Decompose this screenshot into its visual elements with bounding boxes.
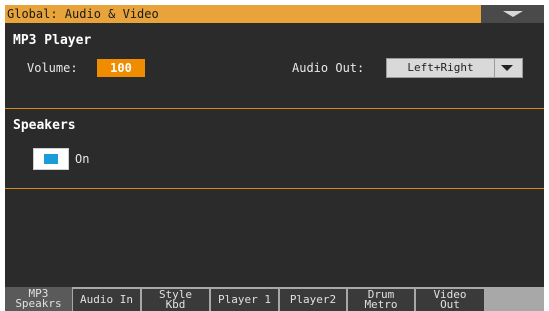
tab-label: MP3 Speakrs (15, 287, 62, 310)
tab-bar: MP3 Speakrs Audio In Style Kbd Player 1 … (5, 287, 544, 311)
tab-style-kbd[interactable]: Style Kbd (142, 289, 209, 311)
checkbox-checked-indicator (44, 154, 58, 164)
volume-label: Volume: (27, 61, 78, 75)
volume-field[interactable]: 100 (97, 59, 145, 77)
dropdown-arrow-icon[interactable] (501, 65, 513, 71)
screen: Global: Audio & Video MP3 Player Volume:… (5, 5, 544, 311)
tab-video-out[interactable]: Video Out (416, 289, 484, 311)
title-bar: Global: Audio & Video (5, 5, 544, 23)
tab-drum-metro[interactable]: Drum Metro (348, 289, 414, 311)
chevron-down-icon (503, 11, 523, 17)
section-divider (5, 108, 544, 109)
volume-value: 100 (110, 61, 132, 75)
tab-label: Audio In (80, 293, 133, 306)
tab-player-1[interactable]: Player 1 (211, 289, 278, 311)
dropdown-separator (494, 59, 495, 77)
speakers-on-label: On (75, 152, 90, 166)
tab-label: Player2 (289, 293, 337, 306)
page-menu-button[interactable] (481, 5, 544, 23)
audio-out-label: Audio Out: (292, 61, 365, 75)
tab-label: Drum Metro (364, 288, 398, 311)
tab-mp3-speakers[interactable]: MP3 Speakrs (5, 287, 72, 311)
audio-out-dropdown[interactable]: Left+Right (386, 58, 523, 78)
speakers-section-title: Speakers (13, 118, 76, 133)
tab-label: Player 1 (218, 293, 271, 306)
tab-audio-in[interactable]: Audio In (73, 289, 140, 311)
tab-label: Style Kbd (158, 288, 193, 311)
page-title: Global: Audio & Video (7, 7, 159, 21)
audio-out-value: Left+Right (407, 61, 474, 74)
tab-label: Video Out (433, 288, 467, 311)
tab-player-2[interactable]: Player2 (280, 289, 346, 311)
section-divider (5, 188, 544, 189)
mp3-player-section-title: MP3 Player (13, 33, 92, 48)
speakers-on-checkbox[interactable] (33, 148, 69, 170)
